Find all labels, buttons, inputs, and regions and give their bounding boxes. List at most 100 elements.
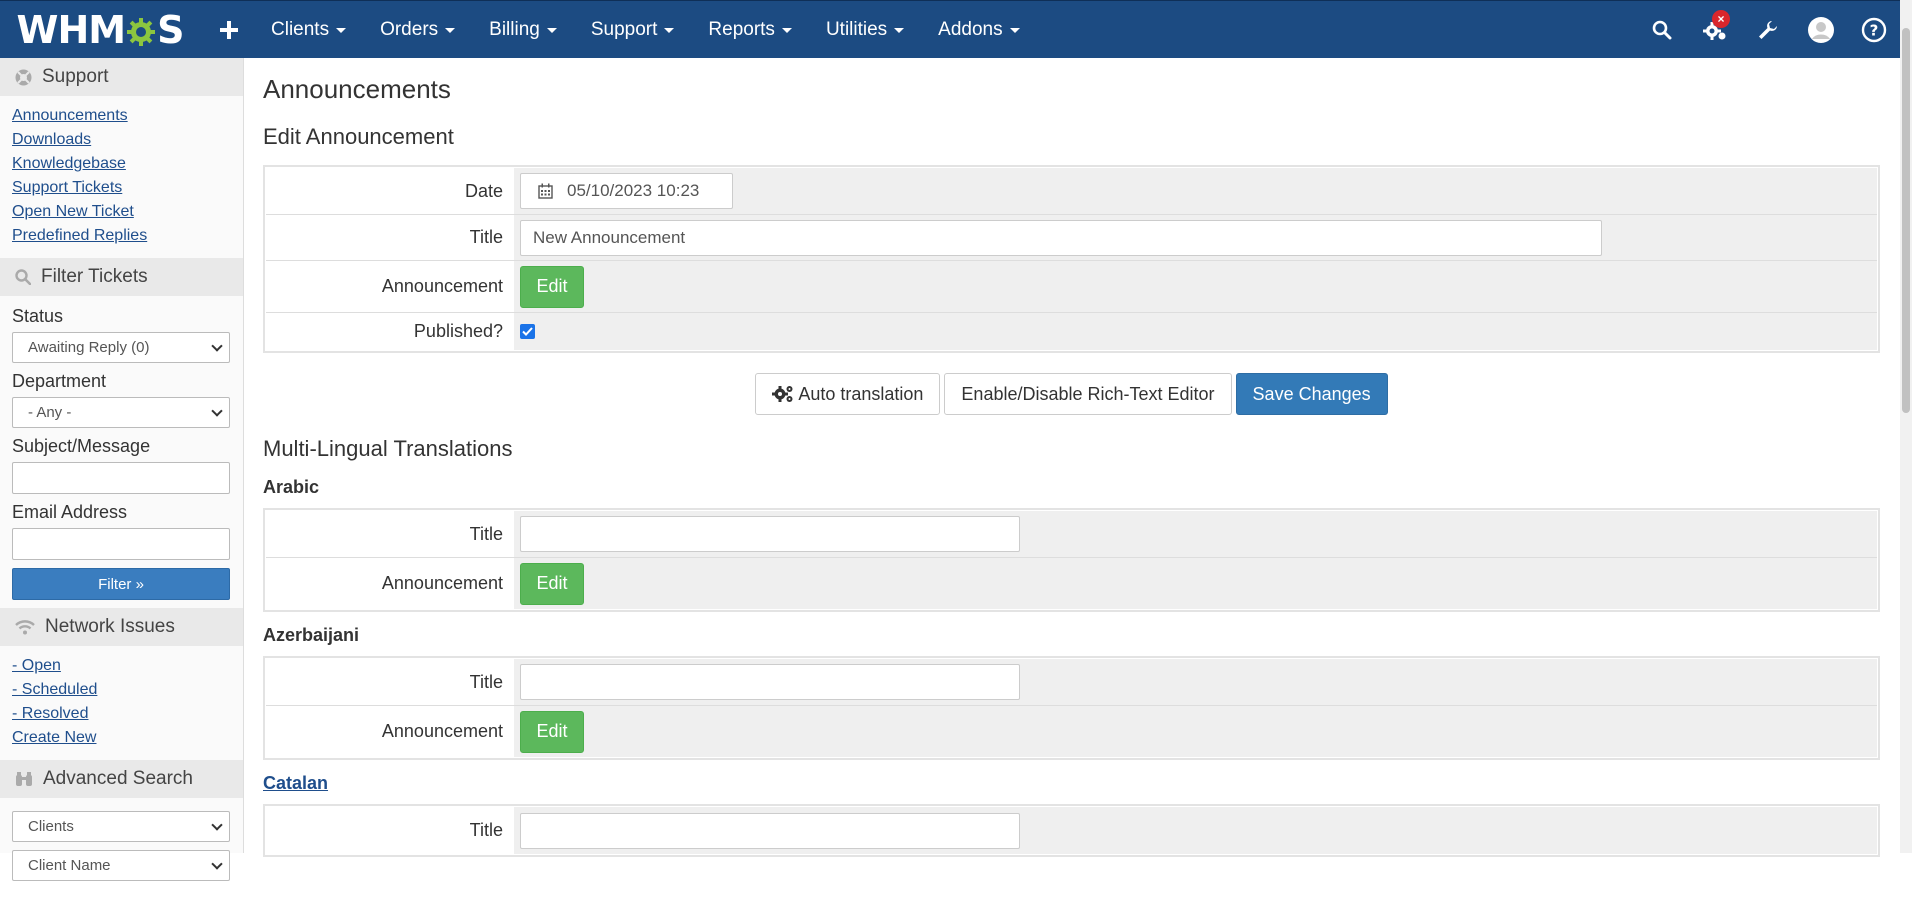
published-checkbox[interactable] (520, 324, 535, 339)
caret-down-icon (664, 28, 675, 33)
translation-title-label: Title (266, 807, 514, 854)
translation-edit-button-azerbaijani[interactable]: Edit (520, 710, 584, 753)
chevron-down-icon (211, 339, 223, 352)
help-icon: ? (1861, 17, 1886, 43)
caret-down-icon (336, 28, 347, 33)
automation-status-button[interactable]: × (1688, 1, 1741, 59)
sidebar: Support Announcements Downloads Knowledg… (0, 58, 244, 881)
search-icon (15, 269, 31, 285)
date-label: Date (266, 168, 514, 214)
nav-utilities[interactable]: Utilities (809, 1, 921, 59)
caret-down-icon (546, 28, 557, 33)
caret-down-icon (894, 28, 905, 33)
setup-button[interactable] (1741, 1, 1794, 59)
translation-form-arabic: Title Announcement Edit (263, 508, 1880, 612)
add-new-button[interactable] (204, 1, 254, 59)
translation-title-field (514, 659, 1877, 705)
scrollbar-thumb[interactable] (1902, 28, 1910, 413)
chevron-down-icon (211, 404, 223, 417)
sidebar-link-network-resolved[interactable]: - Resolved (12, 702, 231, 726)
date-input[interactable]: 05/10/2023 10:23 (520, 173, 733, 209)
announcement-edit-button[interactable]: Edit (520, 265, 584, 308)
sidebar-link-network-scheduled[interactable]: - Scheduled (12, 678, 231, 702)
help-button[interactable]: ? (1847, 1, 1900, 59)
advanced-search-type-select[interactable]: Clients (12, 811, 230, 842)
support-links: Announcements Downloads Knowledgebase Su… (0, 96, 243, 258)
sidebar-link-announcements[interactable]: Announcements (12, 104, 231, 128)
rich-text-toggle-button[interactable]: Enable/Disable Rich-Text Editor (944, 373, 1232, 415)
nav-orders[interactable]: Orders (363, 1, 472, 59)
search-button[interactable] (1635, 1, 1688, 59)
sidebar-link-network-create-new[interactable]: Create New (12, 726, 231, 750)
status-select-value: Awaiting Reply (0) (28, 339, 150, 356)
whmcs-logo[interactable]: WHM S (0, 1, 200, 59)
chevron-down-icon (211, 818, 223, 831)
page-scrollbar[interactable] (1900, 0, 1912, 853)
translation-title-row: Title (266, 807, 1877, 854)
sidebar-link-knowledgebase[interactable]: Knowledgebase (12, 152, 231, 176)
translation-edit-button-arabic[interactable]: Edit (520, 562, 584, 605)
sidebar-link-open-new-ticket[interactable]: Open New Ticket (12, 200, 231, 224)
filter-tickets-form: Status Awaiting Reply (0) Department - A… (0, 296, 243, 608)
translation-title-input-catalan[interactable] (520, 812, 1020, 849)
save-changes-button[interactable]: Save Changes (1235, 373, 1388, 415)
notification-badge: × (1712, 10, 1730, 28)
plus-icon (220, 20, 238, 39)
auto-translation-button[interactable]: Auto translation (755, 373, 941, 415)
title-field: New Announcement (514, 215, 1877, 260)
translation-title-input-arabic[interactable] (520, 516, 1020, 552)
date-value: 05/10/2023 10:23 (567, 181, 700, 200)
caret-down-icon (445, 28, 456, 33)
translation-announcement-row: Announcement Edit (266, 558, 1877, 609)
status-label: Status (12, 306, 64, 326)
sidebar-filter-title: Filter Tickets (41, 266, 148, 287)
subject-message-input[interactable] (12, 462, 230, 494)
sidebar-link-network-open[interactable]: - Open (12, 654, 231, 678)
logo-text-post: S (157, 7, 184, 52)
edit-announcement-form: Date 05/10/2023 10:23 Title New Announce… (263, 165, 1880, 353)
subject-message-label: Subject/Message (12, 436, 151, 456)
translation-announcement-field: Edit (514, 706, 1877, 757)
email-address-label: Email Address (12, 502, 128, 522)
translation-form-catalan: Title (263, 804, 1880, 857)
checkmark-icon (522, 327, 533, 336)
advanced-search-field-select[interactable]: Client Name (12, 850, 230, 881)
network-issue-links: - Open - Scheduled - Resolved Create New (0, 646, 243, 760)
translation-title-label: Title (266, 511, 514, 557)
sidebar-link-predefined-replies[interactable]: Predefined Replies (12, 224, 231, 248)
translation-announcement-field: Edit (514, 558, 1877, 609)
translation-title-input-azerbaijani[interactable] (520, 664, 1020, 700)
nav-billing[interactable]: Billing (472, 1, 574, 59)
user-avatar-icon (1807, 17, 1834, 43)
nav-clients[interactable]: Clients (254, 1, 363, 59)
department-select[interactable]: - Any - (12, 397, 230, 428)
email-address-input[interactable] (12, 528, 230, 560)
language-title-azerbaijani: Azerbaijani (263, 625, 360, 645)
edit-announcement-title: Edit Announcement (263, 124, 454, 149)
sidebar-link-support-tickets[interactable]: Support Tickets (12, 176, 231, 200)
user-account-button[interactable] (1794, 1, 1847, 59)
multilingual-title: Multi-Lingual Translations (263, 436, 513, 461)
status-select[interactable]: Awaiting Reply (0) (12, 332, 230, 363)
translation-title-row: Title (266, 659, 1877, 706)
main-content: Announcements Edit Announcement Date 05/… (263, 58, 1880, 857)
calendar-icon (538, 183, 553, 199)
date-row: Date 05/10/2023 10:23 (266, 168, 1877, 215)
top-navbar: WHM S Clients Orders Billing Support Rep… (0, 0, 1900, 58)
title-row: Title New Announcement (266, 215, 1877, 261)
nav-support[interactable]: Support (574, 1, 692, 59)
sidebar-link-downloads[interactable]: Downloads (12, 128, 231, 152)
published-row: Published? (266, 313, 1877, 350)
title-input[interactable]: New Announcement (520, 219, 1602, 256)
translation-title-label: Title (266, 659, 514, 705)
sidebar-header-filter-tickets: Filter Tickets (0, 258, 243, 296)
nav-support-label: Support (590, 18, 658, 40)
language-title-catalan[interactable]: Catalan (263, 773, 1880, 793)
nav-addons[interactable]: Addons (921, 1, 1036, 59)
nav-reports[interactable]: Reports (691, 1, 809, 59)
translation-title-field (514, 807, 1877, 854)
filter-button[interactable]: Filter » (12, 568, 230, 600)
action-buttons: Auto translation Enable/Disable Rich-Tex… (263, 373, 1880, 415)
sidebar-header-network-issues: Network Issues (0, 608, 243, 646)
translation-announcement-label: Announcement (266, 558, 514, 609)
